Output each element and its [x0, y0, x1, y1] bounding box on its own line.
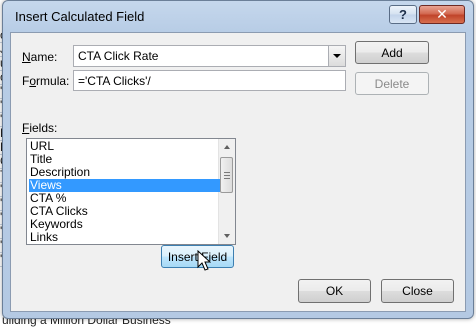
formula-input[interactable]: ='CTA Clicks'/ [73, 70, 346, 91]
add-button-label: Add [381, 45, 403, 60]
name-label: Name: [22, 50, 58, 64]
insert-calculated-field-dialog: Insert Calculated Field ? ✕ Name: CTA Cl… [2, 0, 474, 319]
field-list-item[interactable]: Links [29, 231, 220, 244]
chevron-down-icon [333, 54, 341, 58]
name-combobox[interactable]: CTA Click Rate [73, 45, 346, 67]
formula-label: Formula: [22, 74, 70, 88]
fields-label: Fields: [22, 121, 58, 135]
close-icon: ✕ [436, 6, 448, 22]
name-dropdown-button[interactable] [328, 46, 345, 66]
name-value: CTA Click Rate [78, 49, 159, 63]
ok-button-label: OK [325, 284, 344, 298]
dialog-title: Insert Calculated Field [15, 9, 145, 24]
dialog-body: Name: CTA Click Rate Add Formula: ='CTA … [10, 32, 466, 312]
help-icon: ? [399, 7, 407, 22]
scroll-down-button[interactable] [219, 228, 235, 244]
delete-button[interactable]: Delete [355, 72, 429, 95]
help-button[interactable]: ? [389, 5, 417, 24]
scroll-up-button[interactable] [219, 139, 235, 155]
arrow-down-icon [224, 234, 230, 238]
add-button[interactable]: Add [355, 41, 429, 64]
mouse-pointer-icon [197, 250, 211, 271]
arrow-up-icon [224, 145, 230, 149]
fields-listbox[interactable]: URL Title Description Views CTA % CTA Clicks K… [26, 138, 236, 245]
title-close-button[interactable]: ✕ [419, 5, 465, 24]
formula-value: ='CTA Clicks'/ [78, 74, 151, 88]
scroll-thumb[interactable] [220, 157, 233, 193]
close-button[interactable]: Close [381, 279, 454, 303]
field-list-item[interactable]: URL [29, 140, 220, 153]
close-button-label: Close [402, 284, 433, 298]
title-bar[interactable]: Insert Calculated Field ? ✕ [3, 1, 473, 33]
ok-button[interactable]: OK [298, 279, 371, 303]
fields-scrollbar[interactable] [218, 139, 235, 244]
delete-button-label: Delete [374, 76, 410, 91]
